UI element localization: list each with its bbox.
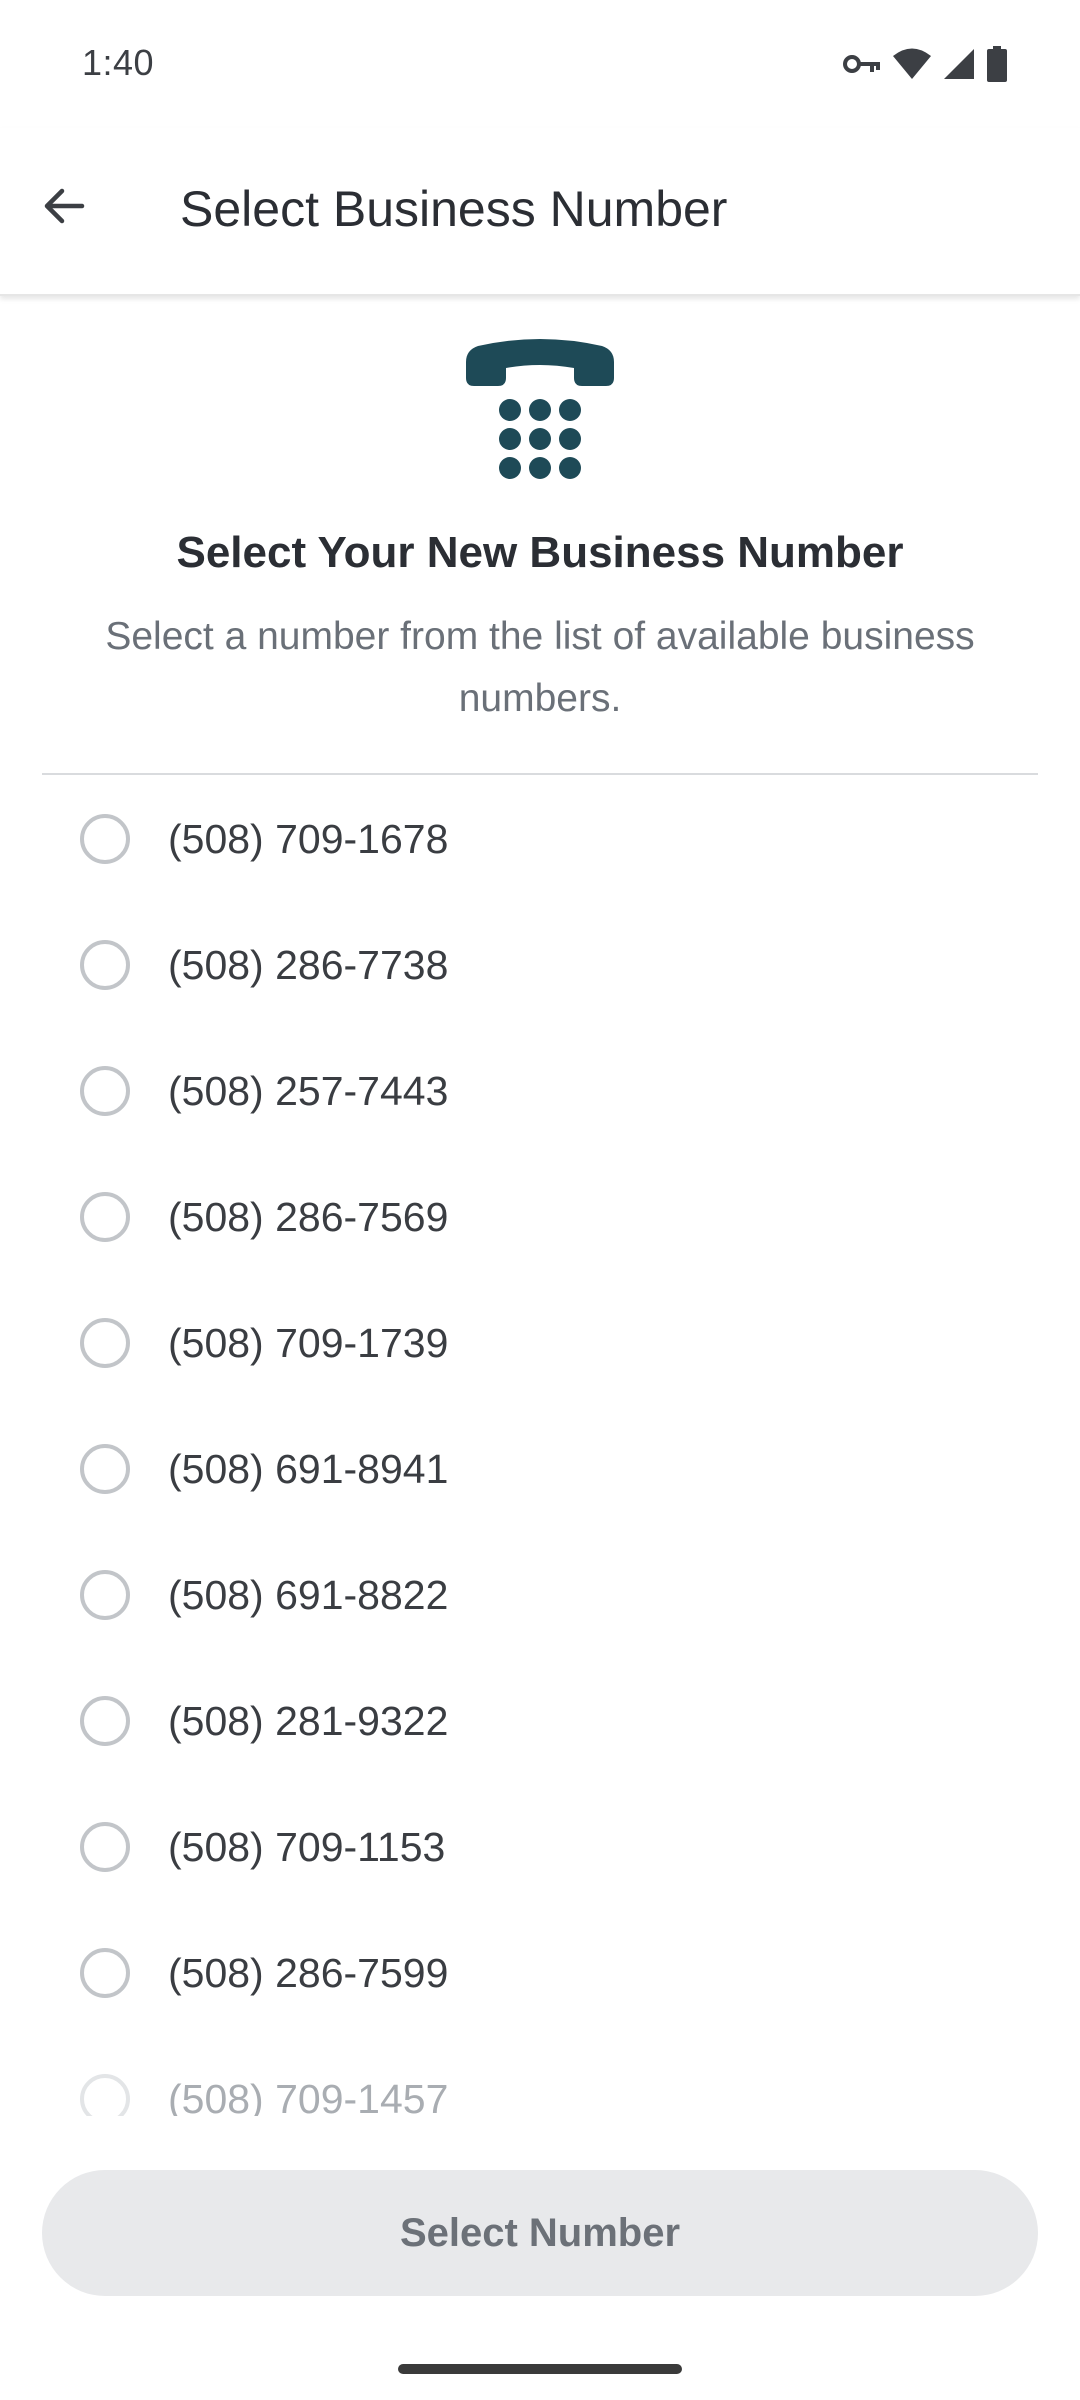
number-option[interactable]: (508) 286-7738 xyxy=(0,902,1080,1028)
divider xyxy=(42,773,1038,775)
hero-title: Select Your New Business Number xyxy=(176,528,904,577)
app-bar: Select Business Number xyxy=(0,128,1080,296)
radio-button[interactable] xyxy=(80,1696,130,1746)
cell-signal-icon xyxy=(942,47,976,81)
vpn-key-icon xyxy=(842,49,882,79)
number-list: (508) 709-1678 (508) 286-7738 (508) 257-… xyxy=(0,776,1080,2116)
number-option[interactable]: (508) 709-1153 xyxy=(0,1784,1080,1910)
number-label: (508) 286-7599 xyxy=(168,1949,449,1996)
number-option[interactable]: (508) 286-7569 xyxy=(0,1154,1080,1280)
number-option[interactable]: (508) 709-1739 xyxy=(0,1280,1080,1406)
number-option[interactable]: (508) 691-8822 xyxy=(0,1532,1080,1658)
number-label: (508) 709-1153 xyxy=(168,1823,446,1870)
number-option[interactable]: (508) 281-9322 xyxy=(0,1658,1080,1784)
radio-button[interactable] xyxy=(80,1192,130,1242)
number-label: (508) 286-7738 xyxy=(168,941,449,988)
home-indicator[interactable] xyxy=(398,2364,682,2374)
number-option[interactable]: (508) 691-8941 xyxy=(0,1406,1080,1532)
radio-button[interactable] xyxy=(80,1822,130,1872)
page-title: Select Business Number xyxy=(180,181,728,237)
number-option[interactable]: (508) 709-1678 xyxy=(0,776,1080,902)
number-label: (508) 691-8941 xyxy=(168,1445,449,1492)
number-label: (508) 709-1457 xyxy=(168,2075,449,2117)
radio-button[interactable] xyxy=(80,1066,130,1116)
radio-button[interactable] xyxy=(80,814,130,864)
number-label: (508) 709-1678 xyxy=(168,815,449,862)
wifi-icon xyxy=(892,47,932,81)
number-label: (508) 257-7443 xyxy=(168,1067,449,1114)
status-bar: 1:40 xyxy=(0,0,1080,128)
radio-button[interactable] xyxy=(80,2074,130,2116)
number-option[interactable]: (508) 709-1457 xyxy=(0,2036,1080,2116)
battery-icon xyxy=(986,46,1008,82)
radio-button[interactable] xyxy=(80,1318,130,1368)
desk-phone-icon xyxy=(464,334,616,486)
radio-button[interactable] xyxy=(80,1570,130,1620)
number-label: (508) 709-1739 xyxy=(168,1319,449,1366)
hero-subtitle: Select a number from the list of availab… xyxy=(105,615,975,720)
arrow-back-icon xyxy=(40,182,88,235)
hero-section: Select Your New Business Number Select a… xyxy=(0,296,1080,776)
status-icons xyxy=(842,44,1008,84)
radio-button[interactable] xyxy=(80,940,130,990)
radio-button[interactable] xyxy=(80,1948,130,1998)
number-option[interactable]: (508) 257-7443 xyxy=(0,1028,1080,1154)
number-option[interactable]: (508) 286-7599 xyxy=(0,1910,1080,2036)
back-button[interactable] xyxy=(28,172,100,244)
select-number-button[interactable]: Select Number xyxy=(42,2170,1038,2296)
radio-button[interactable] xyxy=(80,1444,130,1494)
number-label: (508) 281-9322 xyxy=(168,1697,449,1744)
number-label: (508) 286-7569 xyxy=(168,1193,449,1240)
number-label: (508) 691-8822 xyxy=(168,1571,449,1618)
status-time: 1:40 xyxy=(82,42,155,83)
